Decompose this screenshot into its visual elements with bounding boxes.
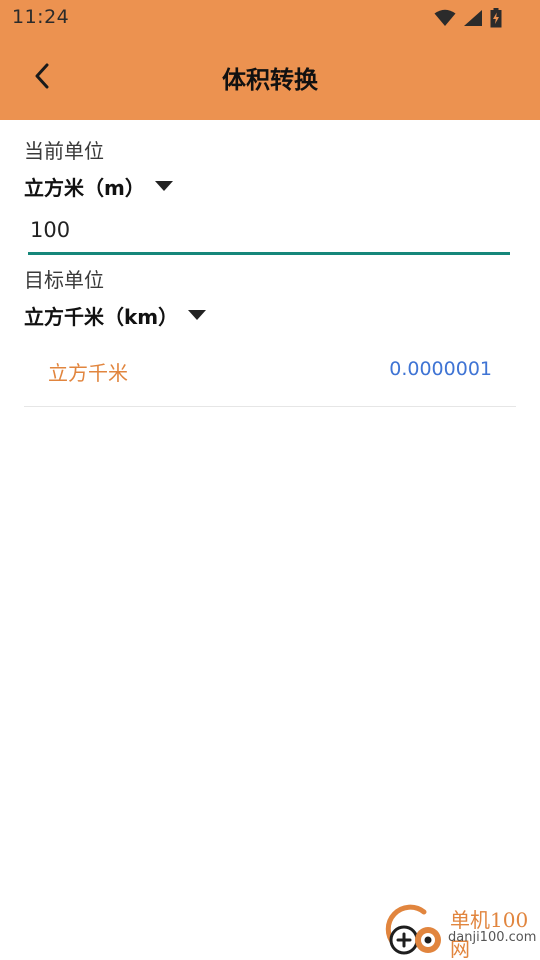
wifi-icon <box>434 9 456 27</box>
value-input[interactable] <box>28 210 512 250</box>
source-unit-value: 立方米（m） <box>24 176 145 200</box>
value-input-container <box>28 210 512 255</box>
source-unit-dropdown[interactable]: 立方米（m） <box>24 172 173 201</box>
target-unit-value: 立方千米（km） <box>24 305 179 329</box>
screen: 11:24 体积转换 当前单位 立方米（m） 100 目标单位 立方千米（km）… <box>0 0 540 960</box>
result-unit-name: 立方千米 <box>48 361 128 385</box>
app-header: 11:24 体积转换 <box>0 0 540 120</box>
dropdown-arrow-icon <box>188 310 207 321</box>
battery-charging-icon <box>490 8 502 28</box>
result-row: 立方千米 0.0000001 <box>24 340 516 407</box>
watermark-url: danji100.com <box>448 930 537 945</box>
status-time: 11:24 <box>12 6 70 28</box>
target-unit-dropdown[interactable]: 立方千米（km） <box>24 301 207 330</box>
status-bar: 11:24 <box>0 0 540 36</box>
result-value: 0.0000001 <box>389 358 492 380</box>
target-unit-label: 目标单位 <box>24 268 104 292</box>
page-title: 体积转换 <box>222 66 318 94</box>
status-icons <box>434 7 502 29</box>
watermark-icon <box>385 904 441 955</box>
source-unit-label: 当前单位 <box>24 139 104 163</box>
watermark-logo: 单机100网 danji100.com <box>384 900 537 960</box>
dropdown-arrow-icon <box>154 181 173 192</box>
toolbar: 体积转换 <box>0 36 540 120</box>
signal-icon <box>463 9 483 27</box>
